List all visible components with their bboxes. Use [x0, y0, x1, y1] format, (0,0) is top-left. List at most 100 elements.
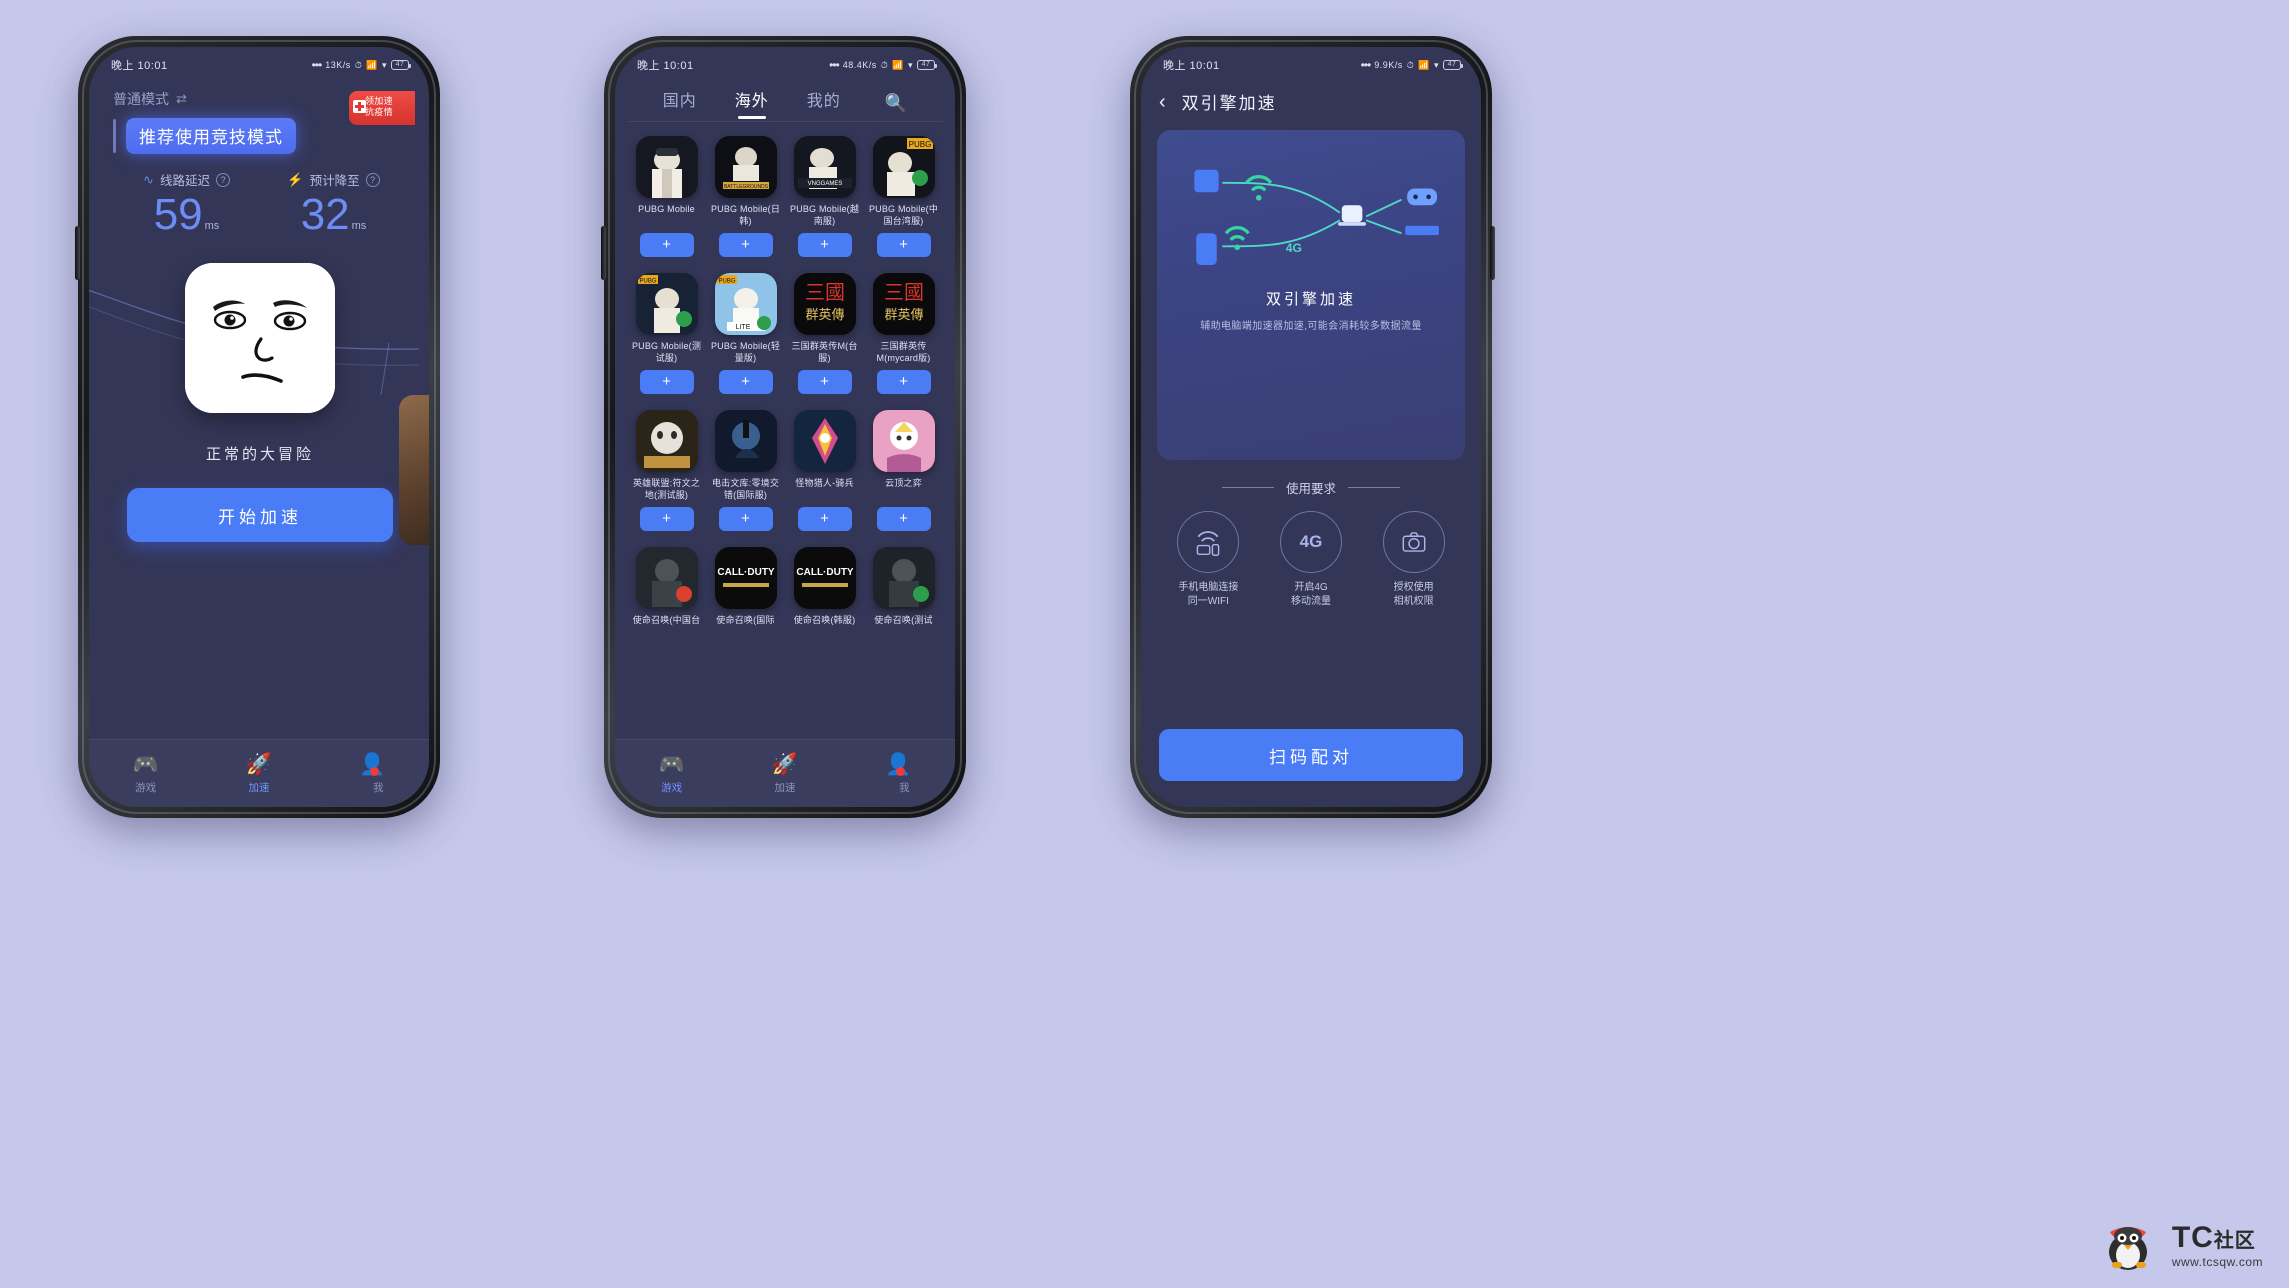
game-icon[interactable]: PUBG — [635, 273, 698, 335]
game-cell[interactable]: PUBG LITE PUBG Mobile(轻量版) + — [706, 265, 785, 402]
game-icon[interactable]: 三國 群英傳 — [872, 273, 935, 335]
scan-pair-button[interactable]: 扫码配对 — [1159, 729, 1463, 781]
game-icon[interactable] — [872, 547, 935, 609]
status-time: 晚上 10:01 — [1163, 60, 1220, 72]
svg-text:CALL·DUTY: CALL·DUTY — [717, 567, 775, 578]
help-icon[interactable]: ? — [365, 172, 380, 187]
game-cell[interactable]: PUBG Mobile + — [627, 128, 706, 265]
watermark: TC社区 www.tcsqw.com — [2098, 1218, 2263, 1272]
add-game-button[interactable]: + — [639, 507, 694, 531]
add-game-button[interactable]: + — [797, 233, 852, 257]
game-cell[interactable]: PUBG PUBG Mobile(测试服) + — [627, 265, 706, 402]
camera-icon — [1382, 511, 1445, 573]
stat-expected-latency: ⚡ 预计降至 ? 32 ms — [260, 170, 407, 237]
game-cell[interactable]: 英雄联盟:符文之地(测试服) + — [627, 402, 706, 539]
requirement-text: 授权使用 相机权限 — [1362, 581, 1465, 609]
game-cell[interactable]: BATTLEGROUNDS PUBG Mobile(日韩) + — [706, 128, 785, 265]
help-icon[interactable]: ? — [215, 172, 230, 187]
tab-domestic[interactable]: 国内 — [663, 87, 697, 119]
add-game-button[interactable]: + — [639, 233, 694, 257]
add-game-button[interactable]: + — [718, 370, 773, 394]
game-icon[interactable]: CALL·DUTY — [714, 547, 777, 609]
game-icon[interactable]: PUBG — [872, 136, 935, 198]
game-icon[interactable] — [714, 410, 777, 472]
game-cell[interactable]: PUBG PUBG Mobile(中国台湾服) + — [864, 128, 943, 265]
game-icon[interactable] — [872, 410, 935, 472]
chevron-left-icon[interactable]: ‹ — [1159, 92, 1166, 112]
stat-label: 预计降至 — [309, 174, 360, 188]
game-cell[interactable]: CALL·DUTY 使命召唤(韩服) — [785, 539, 864, 640]
tab-games[interactable]: 🎮 游戏 — [89, 753, 202, 795]
game-icon[interactable]: CALL·DUTY — [793, 547, 856, 609]
volume-button[interactable] — [75, 226, 80, 280]
phone1-content: 普通模式 ⇄ 推荐使用竞技模式 ∿ 线路延迟 ? 59 ms ⚡ 预计降至 ? … — [89, 77, 429, 807]
signal-dots-icon: ••• — [311, 58, 323, 72]
add-game-button[interactable]: + — [718, 507, 773, 531]
stat-header: ⚡ 预计降至 ? — [260, 170, 407, 189]
requirement-line-1: 手机电脑连接 — [1178, 582, 1239, 593]
watermark-text: TC社区 www.tcsqw.com — [2172, 1222, 2263, 1268]
mode-switcher[interactable]: 普通模式 ⇄ — [113, 89, 407, 109]
game-icon[interactable] — [635, 136, 698, 198]
add-game-button[interactable]: + — [797, 370, 852, 394]
tab-profile[interactable]: 👤 我 — [842, 753, 955, 795]
game-cell[interactable]: VNGGAMES PUBG Mobile(越南服) + — [785, 128, 864, 265]
add-game-button[interactable]: + — [876, 370, 931, 394]
svg-text:BATTLEGROUNDS: BATTLEGROUNDS — [723, 184, 768, 190]
add-game-button[interactable]: + — [797, 507, 852, 531]
game-icon[interactable]: BATTLEGROUNDS — [714, 136, 777, 198]
game-icon[interactable] — [793, 410, 856, 472]
game-cell[interactable]: 云顶之弈 + — [864, 402, 943, 539]
tab-profile[interactable]: 👤 我 — [316, 753, 429, 795]
requirements-list: 手机电脑连接 同一WIFI 4G 开启4G 移动流量 授权使用 相机权限 — [1141, 511, 1481, 609]
game-name: 怪物猎人-骑兵 — [795, 478, 854, 488]
stat-unit: ms — [204, 220, 220, 232]
requirement-line-2: 移动流量 — [1291, 596, 1331, 607]
game-icon[interactable] — [635, 410, 698, 472]
game-grid: PUBG Mobile + BATTLEGROUNDS PUBG Mobile(… — [615, 122, 955, 640]
game-name: 使命召唤(测试 — [874, 615, 933, 625]
game-icon[interactable]: PUBG LITE — [714, 273, 777, 335]
add-game-button[interactable]: + — [718, 233, 773, 257]
tab-mine[interactable]: 我的 — [807, 87, 841, 119]
svg-text:三國: 三國 — [884, 282, 924, 304]
game-name: PUBG Mobile(轻量版) — [710, 341, 781, 363]
game-cell[interactable]: 三國 群英傳 三国群英传M(台服) + — [785, 265, 864, 402]
tab-overseas[interactable]: 海外 — [735, 87, 769, 119]
volume-button[interactable] — [601, 226, 606, 280]
game-icon[interactable]: VNGGAMES — [793, 136, 856, 198]
add-game-button[interactable]: + — [876, 507, 931, 531]
divider-right — [1348, 487, 1400, 488]
add-game-button[interactable]: + — [876, 233, 931, 257]
game-cell[interactable]: 电击文库:零境交错(国际服) + — [706, 402, 785, 539]
add-game-button[interactable]: + — [639, 370, 694, 394]
game-cell[interactable]: 三國 群英傳 三国群英传M(mycard版) + — [864, 265, 943, 402]
page-title: 双引擎加速 — [1181, 94, 1277, 113]
game-icon[interactable]: 三國 群英傳 — [793, 273, 856, 335]
game-cell[interactable]: CALL·DUTY 使命召唤(国际 — [706, 539, 785, 640]
start-accelerate-button[interactable]: 开始加速 — [127, 488, 393, 542]
requirement-line-1: 开启4G — [1294, 582, 1328, 593]
game-cell[interactable]: 使命召唤(测试 — [864, 539, 943, 640]
game-cover-art[interactable] — [185, 263, 335, 413]
phone-device-2: 晚上 10:01 ••• 48.4K/s ⏱ 📶 ▾ 47 国内 海外 我的 🔍 — [601, 36, 966, 818]
tab-accelerate[interactable]: 🚀 加速 — [202, 753, 315, 795]
requirement-text: 开启4G 移动流量 — [1260, 581, 1363, 609]
secondary-cover-art[interactable] — [399, 395, 429, 545]
game-cell[interactable]: 怪物猎人-骑兵 + — [785, 402, 864, 539]
power-button[interactable] — [1490, 226, 1495, 280]
latency-stats: ∿ 线路延迟 ? 59 ms ⚡ 预计降至 ? 32 ms — [113, 170, 407, 237]
notification-badge — [896, 766, 906, 776]
wifi-icon: ▾ — [1433, 59, 1439, 70]
swap-icon[interactable]: ⇄ — [176, 91, 187, 107]
search-icon[interactable]: 🔍 — [885, 93, 907, 114]
game-icon[interactable] — [635, 547, 698, 609]
status-icons: ••• 9.9K/s ⏱ 📶 ▾ 47 — [1361, 58, 1463, 72]
screenshot-canvas: 晚上 10:01 ••• 13K/s ⏱ 📶 ▾ 47 领加速 抗疫情 普通模式 — [0, 0, 2289, 1288]
game-cell[interactable]: 使命召唤(中国台 — [627, 539, 706, 640]
tab-accelerate[interactable]: 🚀 加速 — [728, 753, 841, 795]
gamepad-icon: 🎮 — [132, 752, 159, 776]
connection-diagram: 4G — [1194, 169, 1439, 265]
tab-games[interactable]: 🎮 游戏 — [615, 753, 728, 795]
svg-text:PUBG: PUBG — [908, 140, 931, 149]
